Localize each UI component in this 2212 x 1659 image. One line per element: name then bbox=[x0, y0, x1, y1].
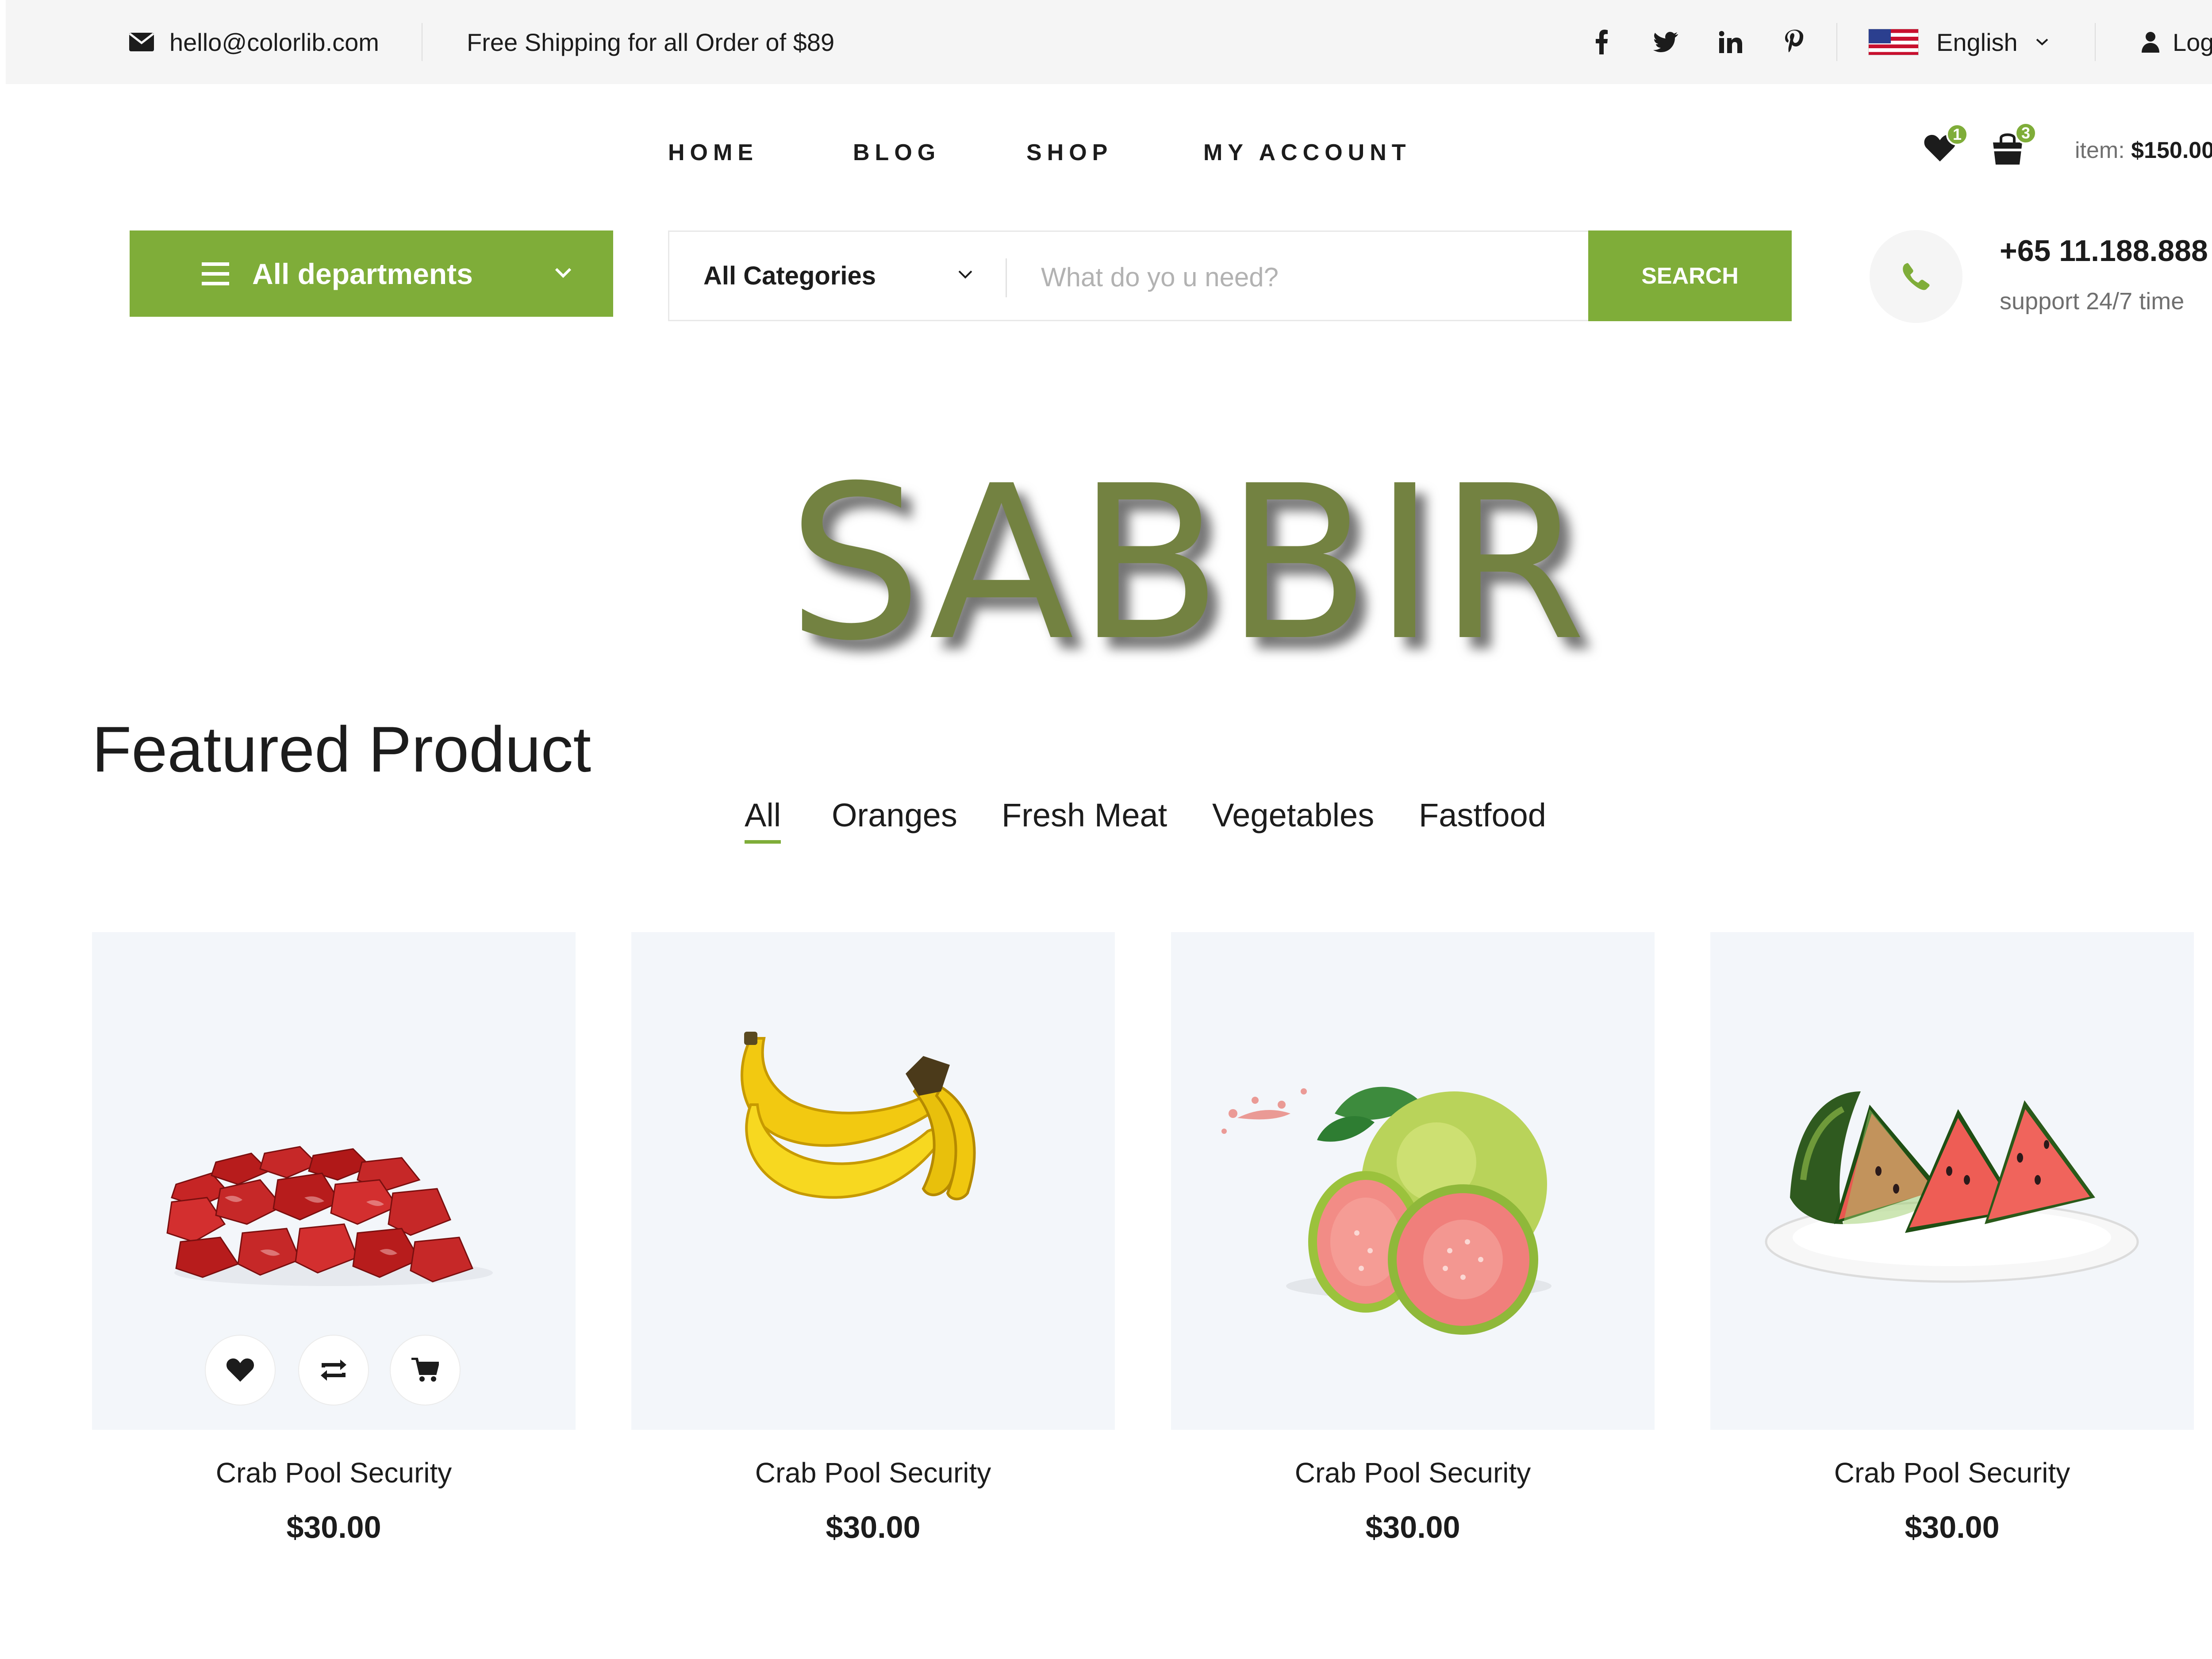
wishlist-button[interactable]: 1 bbox=[1922, 123, 1968, 166]
header-email[interactable]: hello@colorlib.com bbox=[129, 0, 379, 84]
chevron-down-icon bbox=[957, 269, 973, 280]
us-flag-icon bbox=[1868, 29, 1919, 55]
shopping-cart-icon bbox=[411, 1358, 439, 1382]
departments-label: All departments bbox=[252, 257, 473, 290]
banner-title: SABBIR bbox=[787, 440, 1589, 687]
divider bbox=[1836, 23, 1837, 61]
product-price: $30.00 bbox=[286, 1510, 381, 1544]
cart-total: item: $150.00 bbox=[2075, 137, 2212, 164]
cart-total-label: item: bbox=[2075, 138, 2125, 163]
product-image-watermelon[interactable] bbox=[1710, 932, 2194, 1430]
product-image-guava[interactable] bbox=[1171, 932, 1655, 1430]
login-label: Login bbox=[2173, 28, 2212, 56]
guava-image bbox=[1221, 1087, 1551, 1335]
filter-vegetables[interactable]: Vegetables bbox=[1212, 796, 1374, 834]
language-label: English bbox=[1936, 28, 2018, 56]
chevron-down-icon bbox=[2035, 38, 2049, 46]
nav-shop[interactable]: SHOP bbox=[1026, 139, 1113, 166]
cart-total-amount: $150.00 bbox=[2131, 138, 2212, 163]
email-text: hello@colorlib.com bbox=[169, 28, 379, 56]
twitter-icon[interactable] bbox=[1650, 0, 1681, 84]
user-icon bbox=[2142, 31, 2159, 53]
product-name[interactable]: Crab Pool Security bbox=[92, 1456, 576, 1489]
all-departments-button[interactable]: All departments bbox=[130, 230, 613, 317]
compare-button[interactable] bbox=[298, 1335, 369, 1406]
product-name[interactable]: Crab Pool Security bbox=[1710, 1456, 2194, 1489]
product-card[interactable]: Crab Pool Security $30.00 bbox=[1171, 932, 1655, 1544]
top-bar: hello@colorlib.com Free Shipping for all… bbox=[6, 0, 2212, 84]
cart-count-badge: 3 bbox=[2015, 122, 2037, 144]
search-button[interactable]: SEARCH bbox=[1588, 230, 1792, 321]
shipping-text: Free Shipping for all Order of $89 bbox=[467, 28, 835, 56]
product-name[interactable]: Crab Pool Security bbox=[631, 1456, 1115, 1489]
category-label: All Categories bbox=[703, 261, 876, 290]
watermelon-image bbox=[1765, 1091, 2139, 1283]
retweet-icon bbox=[318, 1359, 349, 1382]
add-to-cart-button[interactable] bbox=[390, 1335, 461, 1406]
search-input[interactable] bbox=[1041, 245, 1616, 309]
product-card[interactable]: Crab Pool Security $30.00 bbox=[92, 932, 576, 1544]
phone-icon bbox=[1902, 263, 1930, 290]
phone-icon-circle bbox=[1870, 230, 1962, 323]
category-dropdown[interactable]: All Categories bbox=[669, 232, 1006, 320]
support-phone-number[interactable]: +65 11.188.888 bbox=[2000, 234, 2208, 268]
filter-all[interactable]: All bbox=[745, 796, 781, 844]
envelope-icon bbox=[129, 32, 154, 52]
language-selector[interactable]: English bbox=[1868, 0, 2049, 84]
product-image-bananas[interactable] bbox=[631, 932, 1115, 1430]
product-card[interactable]: Crab Pool Security $30.00 bbox=[631, 932, 1115, 1544]
filter-oranges[interactable]: Oranges bbox=[832, 796, 957, 834]
heart-icon bbox=[226, 1358, 254, 1382]
linkedin-icon[interactable] bbox=[1715, 0, 1746, 84]
facebook-icon[interactable] bbox=[1586, 0, 1617, 84]
product-image-meat[interactable] bbox=[92, 932, 576, 1430]
nav-blog[interactable]: BLOG bbox=[853, 139, 941, 166]
wishlist-count-badge: 1 bbox=[1946, 123, 1968, 146]
cart-button[interactable]: 3 bbox=[1990, 122, 2037, 168]
support-hours-text: support 24/7 time bbox=[2000, 288, 2185, 315]
nav-my-account[interactable]: MY ACCOUNT bbox=[1203, 139, 1411, 166]
filter-fresh-meat[interactable]: Fresh Meat bbox=[1002, 796, 1167, 834]
product-price: $30.00 bbox=[826, 1510, 921, 1544]
nav-home[interactable]: HOME bbox=[668, 139, 758, 166]
product-price: $30.00 bbox=[1365, 1510, 1460, 1544]
chevron-down-icon bbox=[554, 267, 572, 279]
divider bbox=[1006, 258, 1007, 297]
filter-fastfood[interactable]: Fastfood bbox=[1419, 796, 1546, 834]
hamburger-menu-icon bbox=[202, 262, 229, 285]
product-name[interactable]: Crab Pool Security bbox=[1171, 1456, 1655, 1489]
product-price: $30.00 bbox=[1905, 1510, 2000, 1544]
add-to-wishlist-button[interactable] bbox=[205, 1335, 276, 1406]
product-card[interactable]: Crab Pool Security $30.00 bbox=[1710, 932, 2194, 1544]
login-link[interactable]: Login bbox=[2142, 0, 2212, 84]
pinterest-icon[interactable] bbox=[1779, 0, 1810, 84]
section-title: Featured Product bbox=[92, 713, 591, 785]
divider bbox=[2095, 23, 2096, 61]
bananas-image bbox=[741, 1032, 976, 1201]
